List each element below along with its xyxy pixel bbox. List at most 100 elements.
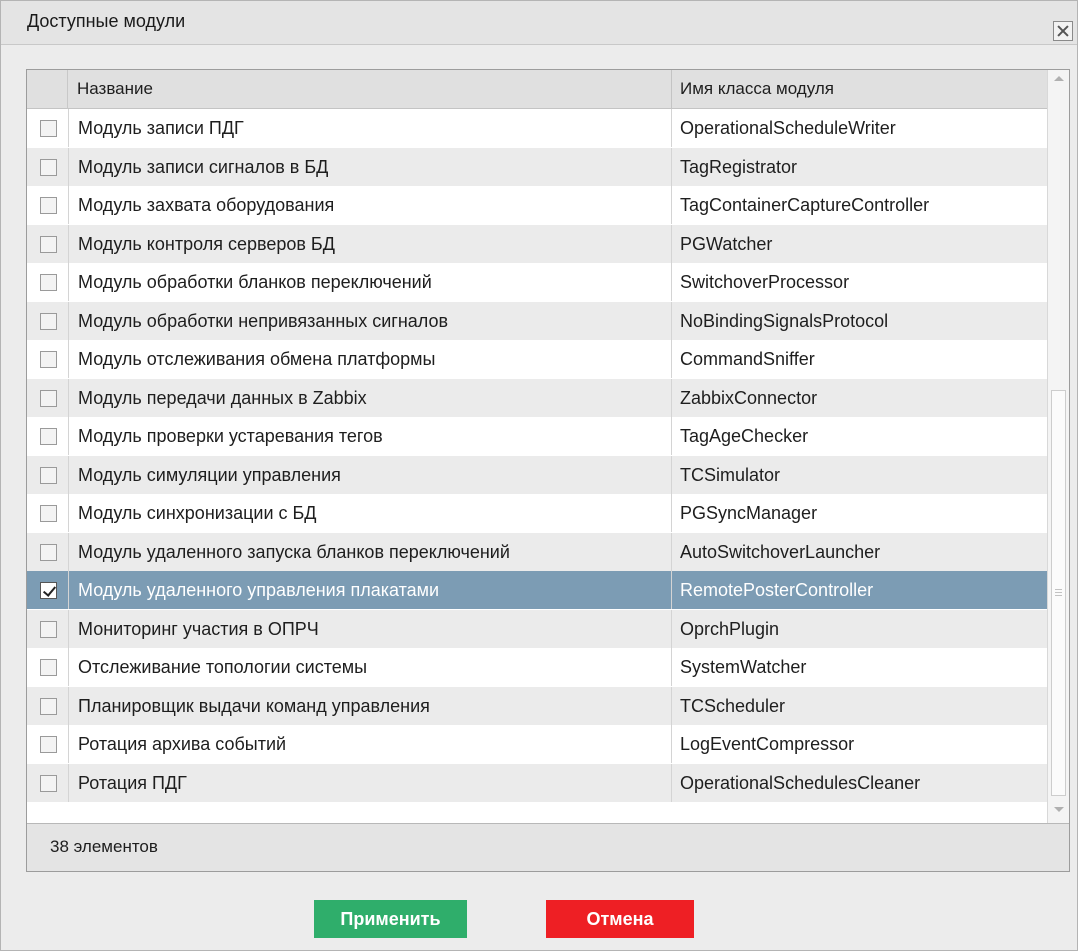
cell-divider xyxy=(671,417,672,455)
available-modules-dialog: Доступные модули Название Имя класса мод… xyxy=(0,0,1078,951)
header-checkbox-cell xyxy=(27,70,68,109)
cell-module-name: Модуль удаленного запуска бланков перекл… xyxy=(78,542,510,562)
row-checkbox[interactable] xyxy=(40,390,57,407)
grid-rows: Модуль записи ПДГ OperationalScheduleWrit… xyxy=(27,109,1047,823)
row-checkbox[interactable] xyxy=(40,313,57,330)
cell-module-name: Модуль отслеживания обмена платформы xyxy=(78,349,436,369)
cell-divider xyxy=(671,610,672,648)
item-count: 38 элементов xyxy=(50,837,158,856)
table-row[interactable]: Модуль синхронизации с БД PGSyncManager xyxy=(27,494,1047,532)
table-row[interactable]: Модуль записи сигналов в БД TagRegistrato… xyxy=(27,148,1047,186)
cell-divider xyxy=(671,225,672,263)
cell-class-name: RemotePosterController xyxy=(680,580,874,600)
row-checkbox[interactable] xyxy=(40,582,57,599)
cell-divider xyxy=(68,302,69,340)
cell-class-name: SwitchoverProcessor xyxy=(680,272,850,292)
cell-divider xyxy=(671,456,672,494)
cell-divider xyxy=(671,648,672,686)
dialog-title: Доступные модули xyxy=(27,11,186,31)
cell-module-name: Модуль обработки бланков переключений xyxy=(78,272,432,292)
table-row[interactable]: Модуль контроля серверов БД PGWatcher xyxy=(27,225,1047,263)
row-checkbox[interactable] xyxy=(40,621,57,638)
row-checkbox[interactable] xyxy=(40,274,57,291)
cell-class-name: OprchPlugin xyxy=(680,619,780,639)
cancel-button[interactable]: Отмена xyxy=(546,900,694,938)
scrollbar-thumb[interactable] xyxy=(1051,390,1066,796)
cell-divider xyxy=(671,764,672,802)
cell-class-name: NoBindingSignalsProtocol xyxy=(680,311,889,331)
cell-module-name: Планировщик выдачи команд управления xyxy=(78,696,430,716)
column-header-class[interactable]: Имя класса модуля xyxy=(680,79,834,99)
cell-class-name: TCScheduler xyxy=(680,696,786,716)
scroll-down-icon[interactable] xyxy=(1051,803,1066,817)
cell-module-name: Модуль проверки устаревания тегов xyxy=(78,426,383,446)
cell-divider xyxy=(68,494,69,532)
cell-module-name: Модуль записи ПДГ xyxy=(78,118,244,138)
cell-divider xyxy=(671,687,672,725)
cell-class-name: TCSimulator xyxy=(680,465,781,485)
cell-divider xyxy=(68,533,69,571)
cell-class-name: OperationalScheduleWriter xyxy=(680,118,896,138)
row-checkbox[interactable] xyxy=(40,428,57,445)
table-row[interactable]: Модуль удаленного запуска бланков перекл… xyxy=(27,533,1047,571)
table-row[interactable]: Модуль проверки устаревания тегов TagAgeC… xyxy=(27,417,1047,455)
cell-class-name: TagAgeChecker xyxy=(680,426,809,446)
cell-divider xyxy=(671,725,672,763)
cell-module-name: Модуль передачи данных в Zabbix xyxy=(78,388,367,408)
cell-class-name: LogEventCompressor xyxy=(680,734,855,754)
cell-divider xyxy=(671,109,672,147)
row-checkbox[interactable] xyxy=(40,505,57,522)
table-row[interactable]: Модуль отслеживания обмена платформы Comm… xyxy=(27,340,1047,378)
cell-divider xyxy=(68,379,69,417)
table-row[interactable]: Модуль захвата оборудования TagContainerC… xyxy=(27,186,1047,224)
vertical-scrollbar[interactable] xyxy=(1047,70,1069,823)
row-checkbox[interactable] xyxy=(40,159,57,176)
cell-divider xyxy=(671,263,672,301)
table-row[interactable]: Модуль записи ПДГ OperationalScheduleWrit… xyxy=(27,109,1047,147)
row-checkbox[interactable] xyxy=(40,467,57,484)
cell-divider xyxy=(68,456,69,494)
row-checkbox[interactable] xyxy=(40,120,57,137)
column-header-name[interactable]: Название xyxy=(77,79,153,99)
row-checkbox[interactable] xyxy=(40,544,57,561)
cell-divider xyxy=(68,571,69,609)
row-checkbox[interactable] xyxy=(40,736,57,753)
cell-divider xyxy=(68,109,69,147)
apply-button[interactable]: Применить xyxy=(314,900,467,938)
row-checkbox[interactable] xyxy=(40,236,57,253)
cell-module-name: Ротация архива событий xyxy=(78,734,287,754)
table-row[interactable]: Планировщик выдачи команд управления TCSc… xyxy=(27,687,1047,725)
row-checkbox[interactable] xyxy=(40,775,57,792)
table-row[interactable]: Модуль симуляции управления TCSimulator xyxy=(27,456,1047,494)
cell-class-name: PGSyncManager xyxy=(680,503,818,523)
cell-divider xyxy=(68,148,69,186)
table-row[interactable]: Мониторинг участия в ОПРЧ OprchPlugin xyxy=(27,610,1047,648)
cell-class-name: SystemWatcher xyxy=(680,657,807,677)
cell-class-name: CommandSniffer xyxy=(680,349,815,369)
cell-divider xyxy=(68,610,69,648)
cell-module-name: Модуль синхронизации с БД xyxy=(78,503,317,523)
table-row[interactable]: Модуль обработки непривязанных сигналов N… xyxy=(27,302,1047,340)
cell-divider xyxy=(68,186,69,224)
row-checkbox[interactable] xyxy=(40,698,57,715)
cell-divider xyxy=(68,725,69,763)
cell-divider xyxy=(671,494,672,532)
cell-class-name: OperationalSchedulesCleaner xyxy=(680,773,921,793)
row-checkbox[interactable] xyxy=(40,659,57,676)
table-row[interactable]: Ротация ПДГ OperationalSchedulesCleaner xyxy=(27,764,1047,802)
cell-module-name: Модуль захвата оборудования xyxy=(78,195,335,215)
row-checkbox[interactable] xyxy=(40,197,57,214)
cell-divider xyxy=(68,225,69,263)
cell-module-name: Отслеживание топологии системы xyxy=(78,657,368,677)
table-row[interactable]: Модуль передачи данных в Zabbix ZabbixCon… xyxy=(27,379,1047,417)
table-row[interactable]: Ротация архива событий LogEventCompressor xyxy=(27,725,1047,763)
table-row[interactable]: Модуль удаленного управления плакатами Re… xyxy=(27,571,1047,609)
close-icon[interactable] xyxy=(1053,21,1073,41)
cell-divider xyxy=(671,148,672,186)
row-checkbox[interactable] xyxy=(40,351,57,368)
cell-class-name: TagRegistrator xyxy=(680,157,798,177)
table-row[interactable]: Отслеживание топологии системы SystemWatc… xyxy=(27,648,1047,686)
cell-divider xyxy=(68,764,69,802)
table-row[interactable]: Модуль обработки бланков переключений Swi… xyxy=(27,263,1047,301)
scroll-up-icon[interactable] xyxy=(1051,72,1066,86)
